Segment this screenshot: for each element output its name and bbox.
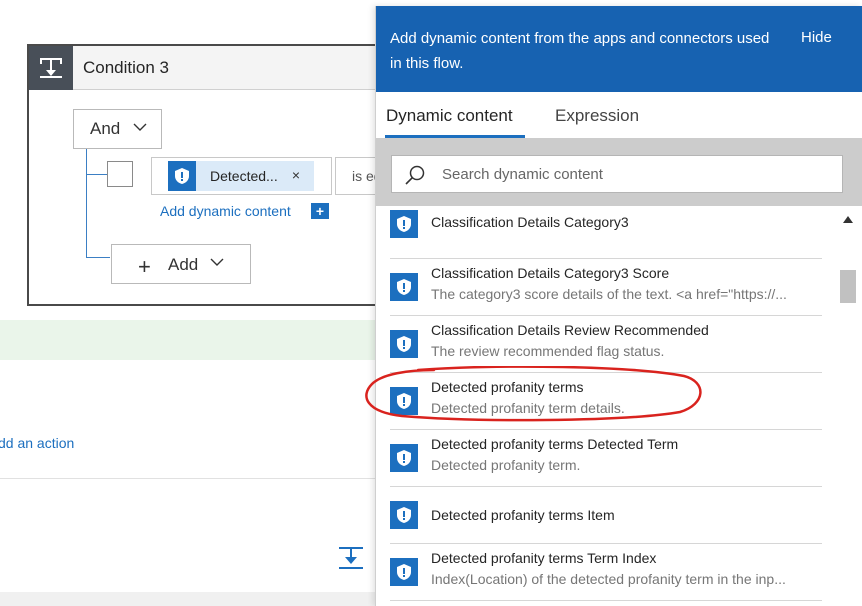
condition-title[interactable]: Condition 3 [83,58,169,78]
shield-exclamation-icon [390,210,418,238]
shield-exclamation-icon [390,558,418,586]
chevron-down-icon [210,258,224,266]
tree-connector-row [86,174,108,175]
search-input[interactable] [440,156,835,192]
list-item-title: Classification Details Category3 Score [431,265,670,281]
list-item[interactable]: Detected profanity terms Term Index Inde… [390,544,822,601]
list-item-title: Detected profanity terms Detected Term [431,436,679,452]
scroll-up-arrow-icon[interactable] [843,216,853,223]
section-divider [0,478,376,479]
search-box[interactable] [391,155,843,193]
tree-connector-vertical [86,149,87,258]
list-item-title: Detected profanity terms Item [431,507,615,523]
list-item[interactable]: Classification Details Category3 Score T… [390,259,822,316]
condition-left-operand[interactable]: Detected... × [151,157,332,195]
success-band [0,320,376,360]
scrollbar-thumb[interactable] [840,270,856,303]
plus-icon: + [138,254,151,279]
list-item-description: The review recommended flag status. [431,343,665,359]
chevron-down-icon [133,123,147,131]
token-label: Detected... [210,168,278,184]
list-item-description: Index(Location) of the detected profanit… [431,571,786,587]
shield-exclamation-icon [390,273,418,301]
shield-exclamation-icon [390,501,418,529]
token-remove-button[interactable]: × [292,167,300,183]
dynamic-token[interactable]: Detected... × [168,161,314,191]
insert-step-icon[interactable] [337,545,365,571]
list-item-title: Detected profanity terms Term Index [431,550,657,566]
row-select-checkbox[interactable] [107,161,133,187]
add-row-button[interactable]: + Add [111,244,251,284]
highlight-annotation-circle [365,366,702,422]
bottom-bar [0,592,376,606]
list-item[interactable]: Classification Details Review Recommende… [390,316,822,373]
panel-header-text: Add dynamic content from the apps and co… [390,30,770,72]
tab-dynamic-content[interactable]: Dynamic content [386,106,513,126]
search-area [376,138,862,206]
add-an-action-link[interactable]: dd an action [0,435,74,451]
logic-operator-label: And [90,119,121,138]
dynamic-content-panel: Add dynamic content from the apps and co… [375,6,862,606]
condition-header[interactable]: Condition 3 [29,46,385,90]
list-item-description: Detected profanity term. [431,457,581,473]
list-item[interactable]: Classification Details Category3 [390,206,822,259]
shield-exclamation-icon [390,330,418,358]
list-scrollbar[interactable] [839,206,857,606]
list-item[interactable]: Detected profanity terms Item [390,487,822,544]
shield-exclamation-icon [168,161,196,191]
add-button-label: Add [168,255,199,274]
list-item-title: Classification Details Review Recommende… [431,322,709,338]
add-dynamic-plus-icon[interactable]: + [311,203,329,219]
add-dynamic-content-link[interactable]: Add dynamic content [160,203,291,219]
condition-card: Condition 3 And Detected... × is equal t… [27,44,387,306]
panel-header: Add dynamic content from the apps and co… [376,6,862,92]
tab-expression[interactable]: Expression [555,106,639,126]
list-item-title: Classification Details Category3 [431,214,629,230]
panel-tabs: Dynamic content Expression [376,92,862,138]
search-icon [405,165,425,185]
condition-branch-icon [29,46,73,90]
hide-panel-button[interactable]: Hide [801,29,832,46]
logic-operator-dropdown[interactable]: And [73,109,162,149]
shield-exclamation-icon [390,444,418,472]
tree-connector-add [86,257,110,258]
list-item-description: The category3 score details of the text.… [431,286,787,302]
list-item[interactable]: Detected profanity terms Detected Term D… [390,430,822,487]
